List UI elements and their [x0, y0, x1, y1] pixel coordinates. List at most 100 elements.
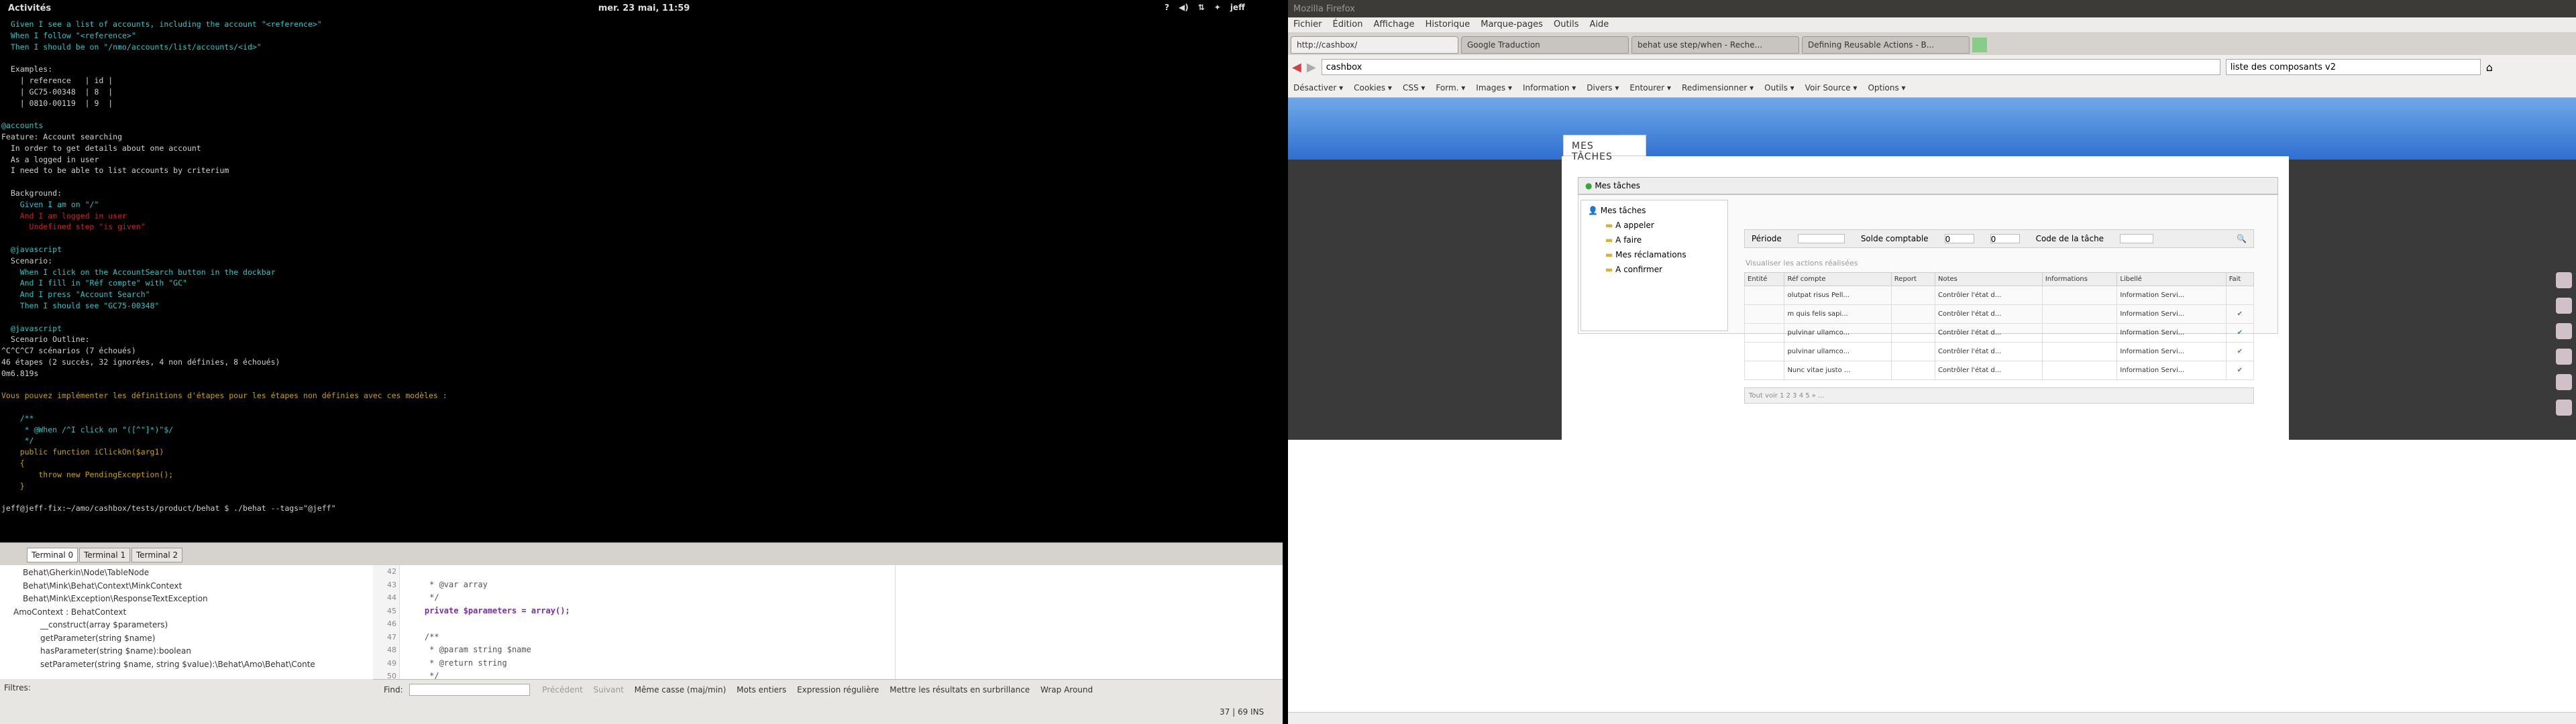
search-icon[interactable]: 🔍	[2237, 234, 2247, 243]
devbar-item[interactable]: Outils ▾	[1764, 83, 1794, 93]
clock[interactable]: mer. 23 mai, 11:59	[0, 3, 1288, 13]
tab-terminal-0[interactable]: Terminal 0	[27, 548, 78, 562]
table-row[interactable]: Nunc vitae justo ... Contrôler l'état d..…	[1743, 361, 2255, 380]
tree-item[interactable]: ▬ A faire	[1588, 233, 1721, 247]
outline-item[interactable]: Behat\Gherkin\Node\TableNode	[3, 566, 365, 580]
outline-item[interactable]: hasParameter(string $name):boolean	[3, 645, 365, 658]
code-editor[interactable]: * @var array */ private $parameters = ar…	[405, 565, 888, 694]
devbar-item[interactable]: Divers ▾	[1587, 83, 1619, 93]
accessibility-icon[interactable]: ✦	[1214, 3, 1221, 12]
devbar-item[interactable]: Redimensionner ▾	[1682, 83, 1754, 93]
tree-item[interactable]: ▬ A appeler	[1588, 218, 1721, 233]
terminal-line: In order to get details about one accoun…	[1, 143, 201, 153]
browser-tab[interactable]: Defining Reusable Actions - B...	[1802, 36, 1970, 54]
tool-icon[interactable]	[2556, 272, 2572, 288]
periode-input[interactable]	[1797, 234, 1845, 243]
menu-item[interactable]: Aide	[1590, 19, 1609, 30]
tab-terminal-2[interactable]: Terminal 2	[131, 548, 183, 562]
menu-item[interactable]: Édition	[1333, 19, 1363, 30]
regex-checkbox[interactable]: Expression régulière	[797, 685, 879, 695]
column-header[interactable]: Entité	[1743, 272, 1785, 286]
devbar-item[interactable]: Information ▾	[1523, 83, 1576, 93]
network-icon[interactable]: ⇅	[1198, 3, 1205, 12]
firefox-window: Mozilla Firefox Fichier Édition Affichage H…	[1288, 0, 2576, 724]
forward-icon[interactable]: ▶	[1307, 60, 1316, 74]
solde-min-input[interactable]: 0	[1944, 234, 1974, 244]
devbar-item[interactable]: Form. ▾	[1436, 83, 1465, 93]
find-input[interactable]	[409, 684, 531, 696]
highlight-checkbox[interactable]: Mettre les résultats en surbrillance	[890, 685, 1030, 695]
terminal-line: 46 étapes (2 succès, 32 ignorées, 4 non …	[1, 357, 280, 367]
devbar-item[interactable]: Voir Source ▾	[1805, 83, 1858, 93]
terminal-output[interactable]: Given I see a list of accounts, includin…	[0, 17, 1283, 542]
column-header[interactable]: Libellé	[2116, 272, 2226, 286]
column-header[interactable]: Réf compte	[1784, 272, 1892, 286]
match-case-checkbox[interactable]: Même casse (maj/min)	[635, 685, 727, 695]
table-cell: Information Servi...	[2116, 323, 2226, 343]
tree-item[interactable]: ▬ A confirmer	[1588, 262, 1721, 277]
table-cell: Contrôler l'état d...	[1935, 323, 2043, 343]
help-icon[interactable]: ?	[1165, 3, 1169, 12]
column-header[interactable]: Report	[1890, 272, 1936, 286]
outline-item[interactable]: Behat\Mink\Exception\ResponseTextExcepti…	[3, 593, 365, 606]
horizontal-scrollbar[interactable]	[1288, 712, 2576, 724]
menu-item[interactable]: Historique	[1426, 19, 1470, 30]
tool-icon[interactable]	[2556, 298, 2572, 314]
devbar-item[interactable]: Images ▾	[1476, 83, 1512, 93]
tool-icon[interactable]	[2556, 400, 2572, 416]
terminal-line: And I am logged in user	[1, 210, 127, 221]
new-tab-icon[interactable]	[1972, 38, 1987, 52]
outline-item[interactable]: __construct(array $parameters)	[3, 619, 365, 632]
browser-tab[interactable]: behat use step/when - Reche...	[1631, 36, 1799, 54]
table-row[interactable]: m quis felis sapi... Contrôler l'état d..…	[1743, 304, 2255, 324]
table-row[interactable]: olutpat risus Pell... Contrôler l'état d.…	[1743, 286, 2255, 305]
page-tab[interactable]: MES TÂCHES	[1563, 135, 1646, 162]
user-menu[interactable]: jeff	[1230, 3, 1245, 12]
tool-icon[interactable]	[2556, 323, 2572, 339]
column-header[interactable]: Informations	[2041, 272, 2118, 286]
outline-item[interactable]: AmoContext : BehatContext	[3, 606, 365, 619]
outline-item[interactable]: setParameter(string $name, string $value…	[3, 658, 365, 672]
pagination[interactable]: Tout voir 1 2 3 4 5 » ...	[1744, 387, 2254, 404]
next-button[interactable]: Suivant	[594, 685, 624, 695]
tool-icon[interactable]	[2556, 349, 2572, 365]
column-header[interactable]: Notes	[1935, 272, 2043, 286]
tree-item[interactable]: ▬ Mes réclamations	[1588, 247, 1721, 262]
menu-item[interactable]: Fichier	[1293, 19, 1322, 30]
system-tray[interactable]: ? ◀) ⇅ ✦ jeff	[1165, 3, 1245, 12]
devbar-item[interactable]: Entourer ▾	[1629, 83, 1671, 93]
solde-max-input[interactable]: 0	[1990, 234, 2020, 244]
code-input[interactable]	[2120, 234, 2154, 243]
menu-item[interactable]: Marque-pages	[1481, 19, 1543, 30]
devbar-item[interactable]: Désactiver ▾	[1293, 83, 1343, 93]
url-input[interactable]: cashbox	[1321, 59, 2220, 75]
line-number: 47	[387, 632, 396, 642]
webdev-toolbar: Désactiver ▾ Cookies ▾ CSS ▾ Form. ▾ Images …	[1288, 79, 2576, 98]
menu-item[interactable]: Affichage	[1373, 19, 1414, 30]
column-header[interactable]: Fait	[2225, 272, 2255, 286]
tree-root[interactable]: 👤 Mes tâches	[1588, 203, 1721, 218]
outline-item[interactable]: Behat\Mink\Behat\Context\MinkContext	[3, 580, 365, 593]
search-input[interactable]: liste des composants v2	[2225, 59, 2481, 75]
table-row[interactable]: pulvinar ullamco... Contrôler l'état d...…	[1743, 342, 2255, 361]
outline-tree[interactable]: Behat\Gherkin\Node\TableNode Behat\Mink\B…	[0, 565, 368, 686]
outline-item[interactable]: getParameter(string $name)	[3, 632, 365, 646]
whole-words-checkbox[interactable]: Mots entiers	[737, 685, 786, 695]
table-row[interactable]: pulvinar ullamco... Contrôler l'état d...…	[1743, 323, 2255, 343]
browser-tab[interactable]: Google Traduction	[1461, 36, 1629, 54]
browser-tab[interactable]: http://cashbox/	[1291, 36, 1458, 54]
previous-button[interactable]: Précédent	[542, 685, 582, 695]
show-done-checkbox[interactable]: Visualiser les actions réalisées	[1746, 259, 1858, 267]
back-icon[interactable]: ◀	[1292, 60, 1301, 74]
tool-icon[interactable]	[2556, 374, 2572, 390]
devbar-item[interactable]: Options ▾	[1868, 83, 1905, 93]
table-cell	[1743, 342, 1785, 361]
devbar-item[interactable]: Cookies ▾	[1354, 83, 1392, 93]
wrap-around-checkbox[interactable]: Wrap Around	[1040, 685, 1093, 695]
devbar-item[interactable]: CSS ▾	[1403, 83, 1425, 93]
home-icon[interactable]: ⌂	[2486, 61, 2493, 74]
volume-icon[interactable]: ◀)	[1179, 3, 1189, 12]
tab-terminal-1[interactable]: Terminal 1	[79, 548, 131, 562]
menu-item[interactable]: Outils	[1554, 19, 1579, 30]
